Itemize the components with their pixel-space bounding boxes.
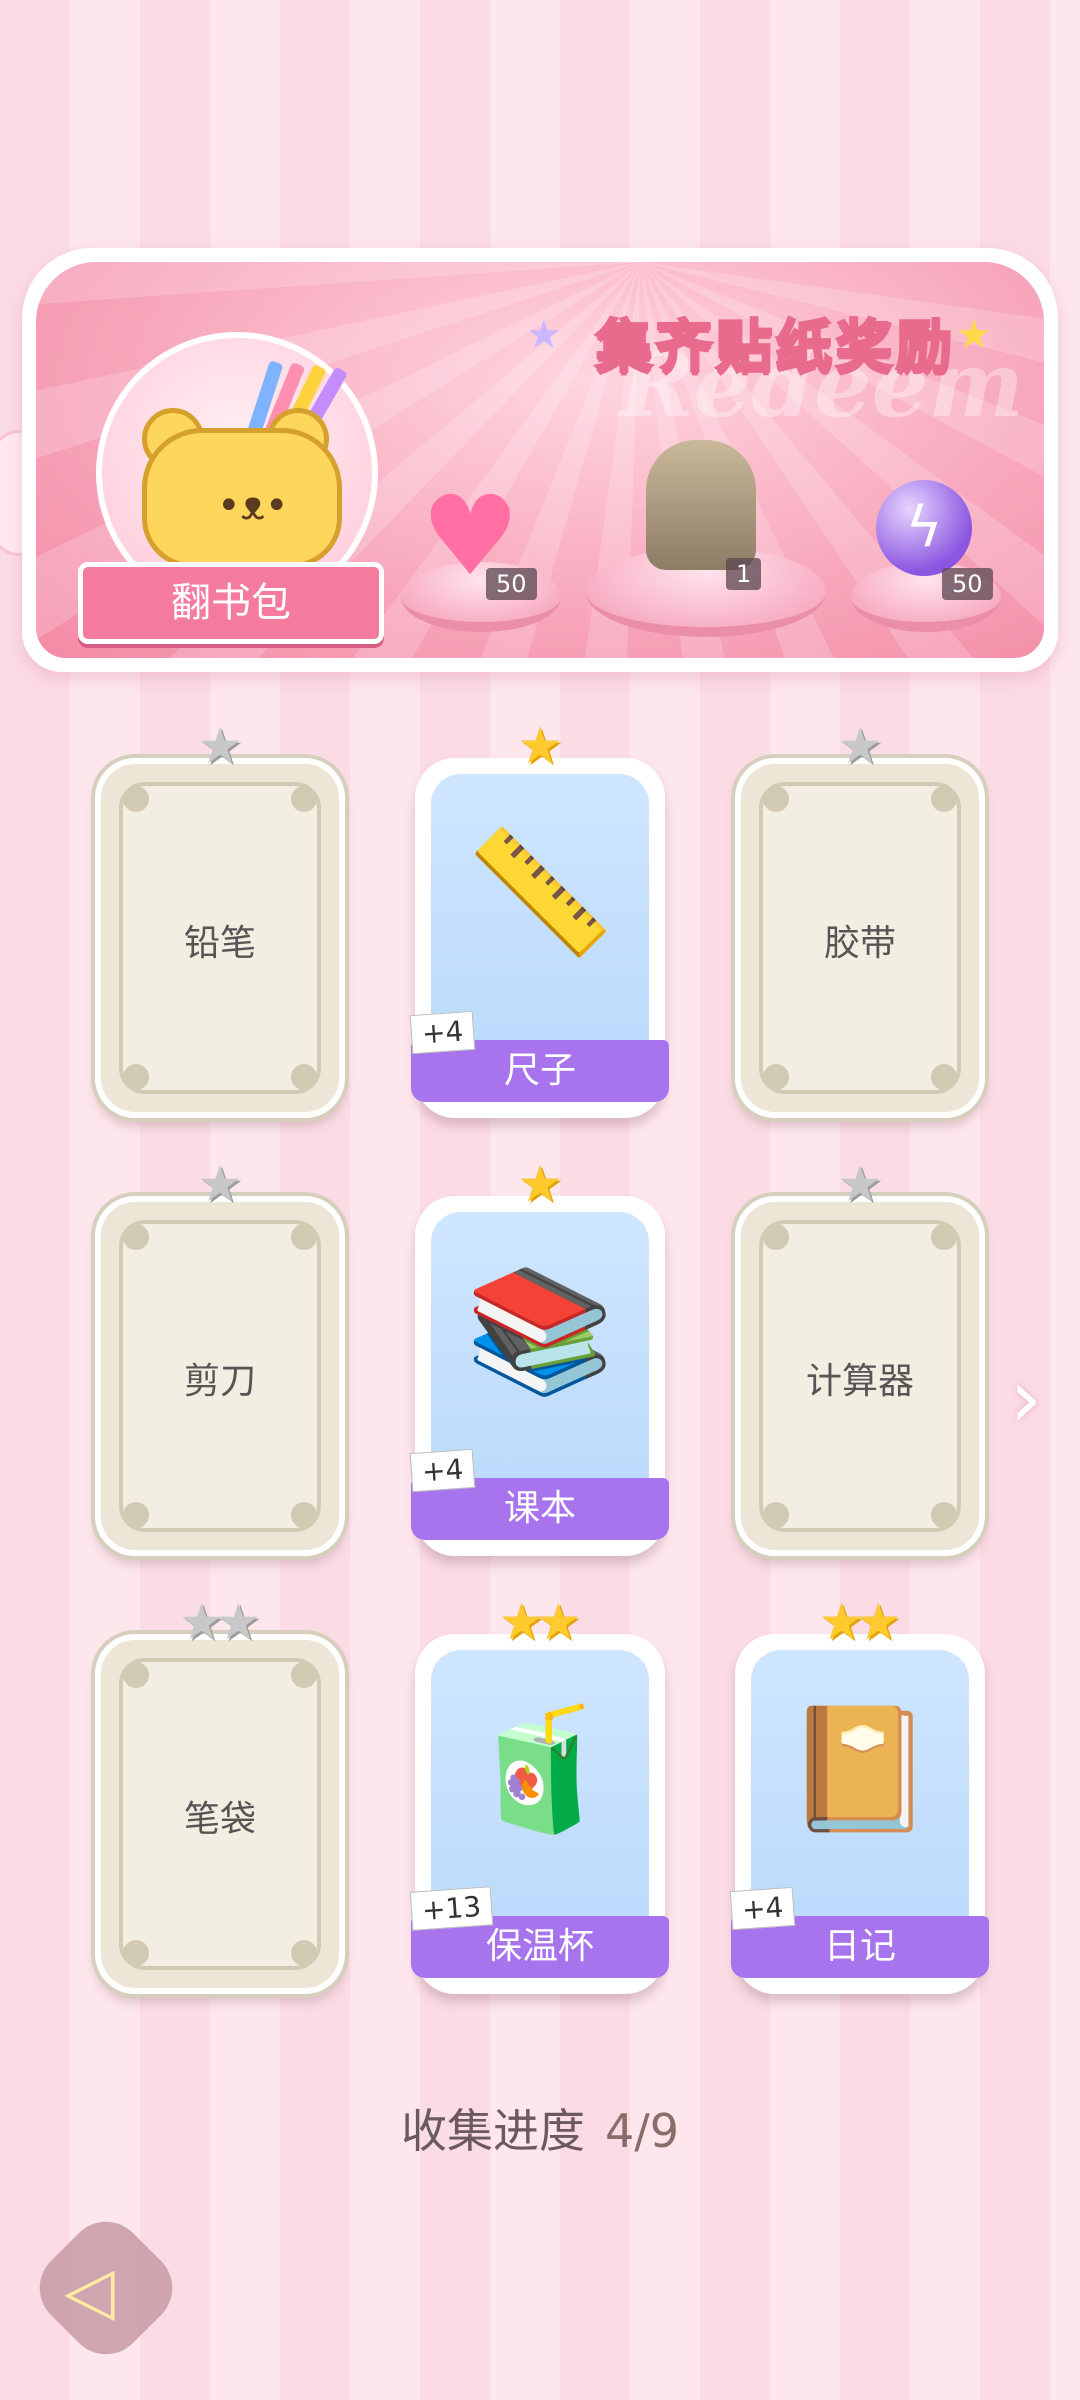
progress-value: 4/9 bbox=[604, 2104, 680, 2158]
card-corner-ornament bbox=[763, 1224, 789, 1250]
sticker-card-slot: 📏 尺子 +4 ★ bbox=[409, 717, 669, 1118]
open-bag-button[interactable]: 翻书包 bbox=[78, 562, 384, 644]
back-arrow-icon[interactable]: ◁ bbox=[64, 2252, 115, 2329]
card-stars: ★ bbox=[415, 716, 665, 776]
card-stars: ★★ bbox=[95, 1592, 345, 1652]
card-corner-ornament bbox=[931, 1064, 957, 1090]
card-corner-ornament bbox=[123, 1502, 149, 1528]
card-stars: ★ bbox=[95, 716, 345, 776]
sticker-card[interactable]: 计算器 bbox=[735, 1196, 985, 1556]
sticker-card-slot: 胶带 ★ bbox=[735, 717, 985, 1118]
card-corner-ornament bbox=[123, 1224, 149, 1250]
sticker-card-slot: 铅笔 ★ bbox=[95, 717, 345, 1118]
star-icon: ★ bbox=[536, 1593, 581, 1651]
card-corner-ornament bbox=[291, 1224, 317, 1250]
card-corner-ornament bbox=[291, 786, 317, 812]
star-icon: ★ bbox=[837, 1155, 883, 1213]
star-icon: ★ bbox=[837, 717, 883, 775]
card-corner-ornament bbox=[123, 1662, 149, 1688]
sticker-card[interactable]: 胶带 bbox=[735, 758, 985, 1118]
card-corner-ornament bbox=[763, 786, 789, 812]
card-name: 计算器 bbox=[805, 1361, 914, 1402]
card-corner-ornament bbox=[123, 786, 149, 812]
card-corner-ornament bbox=[931, 1502, 957, 1528]
card-corner-ornament bbox=[763, 1502, 789, 1528]
card-stars: ★★ bbox=[415, 1592, 665, 1652]
bear-bag-body: •ᴥ• bbox=[142, 428, 342, 568]
sticker-card-slot: 剪刀 ★ bbox=[95, 1155, 345, 1556]
sticker-card-slot: 📔 日记 +4 ★★ bbox=[729, 1593, 989, 1994]
reward-banner-inner: Redeem ★ ★ 集齐贴纸奖励 •ᴥ• 翻书包 ♥ 50 1 ϟ 50 bbox=[36, 262, 1044, 658]
reward-count: 50 bbox=[942, 568, 993, 600]
reward-count: 1 bbox=[726, 558, 762, 590]
card-name: 铅笔 bbox=[183, 923, 256, 964]
star-icon: ★ bbox=[216, 1593, 261, 1651]
card-stars: ★ bbox=[735, 716, 985, 776]
reward-count: 50 bbox=[486, 568, 537, 600]
sticker-card-slot: 🧃 保温杯 +13 ★★ bbox=[409, 1593, 669, 1994]
card-stars: ★★ bbox=[735, 1592, 985, 1652]
card-stars: ★ bbox=[735, 1154, 985, 1214]
purple-energy-orb-icon: ϟ bbox=[876, 480, 972, 576]
bonus-tag: +4 bbox=[409, 1010, 476, 1055]
bear-face-icon: •ᴥ• bbox=[217, 483, 289, 529]
reward-banner: Redeem ★ ★ 集齐贴纸奖励 •ᴥ• 翻书包 ♥ 50 1 ϟ 50 bbox=[22, 248, 1058, 672]
sticker-card[interactable]: 📏 尺子 +4 bbox=[409, 758, 669, 1118]
card-name: 笔袋 bbox=[183, 1799, 256, 1840]
star-icon: ★ bbox=[517, 717, 563, 775]
sticker-card[interactable]: 笔袋 bbox=[95, 1634, 345, 1994]
bonus-tag: +4 bbox=[729, 1886, 796, 1931]
sticker-card[interactable]: 剪刀 bbox=[95, 1196, 345, 1556]
sticker-card[interactable]: 铅笔 bbox=[95, 758, 345, 1118]
next-page-arrow-icon[interactable]: › bbox=[1010, 1352, 1042, 1445]
star-icon: ★ bbox=[956, 312, 992, 358]
star-icon: ★ bbox=[197, 1155, 243, 1213]
sticker-card[interactable]: 🧃 保温杯 +13 bbox=[409, 1634, 669, 1994]
star-icon: ★ bbox=[526, 312, 562, 358]
sticker-card-slot: 📚 课本 +4 ★ bbox=[409, 1155, 669, 1556]
card-corner-ornament bbox=[291, 1502, 317, 1528]
card-corner-ornament bbox=[123, 1064, 149, 1090]
sticker-card[interactable]: 📔 日记 +4 bbox=[729, 1634, 989, 1994]
card-corner-ornament bbox=[931, 1224, 957, 1250]
card-corner-ornament bbox=[291, 1064, 317, 1090]
sticker-card[interactable]: 📚 课本 +4 bbox=[409, 1196, 669, 1556]
sticker-card-slot: 笔袋 ★★ bbox=[95, 1593, 345, 1994]
banner-title: 集齐贴纸奖励 bbox=[595, 314, 956, 382]
card-corner-ornament bbox=[763, 1064, 789, 1090]
outfit-portrait-icon bbox=[646, 440, 756, 570]
card-stars: ★ bbox=[95, 1154, 345, 1214]
star-icon: ★ bbox=[517, 1155, 563, 1213]
collection-progress: 收集进度 4/9 bbox=[0, 2095, 1080, 2161]
card-corner-ornament bbox=[123, 1940, 149, 1966]
card-corner-ornament bbox=[291, 1940, 317, 1966]
card-corner-ornament bbox=[291, 1662, 317, 1688]
card-name: 胶带 bbox=[823, 923, 896, 964]
bonus-tag: +4 bbox=[409, 1448, 476, 1493]
sticker-card-slot: 计算器 ★ bbox=[735, 1155, 985, 1556]
card-name: 剪刀 bbox=[183, 1361, 256, 1402]
bonus-tag: +13 bbox=[409, 1886, 494, 1931]
card-stars: ★ bbox=[415, 1154, 665, 1214]
card-corner-ornament bbox=[931, 786, 957, 812]
star-icon: ★ bbox=[197, 717, 243, 775]
progress-label: 收集进度 bbox=[400, 2104, 585, 2158]
star-icon: ★ bbox=[856, 1593, 901, 1651]
